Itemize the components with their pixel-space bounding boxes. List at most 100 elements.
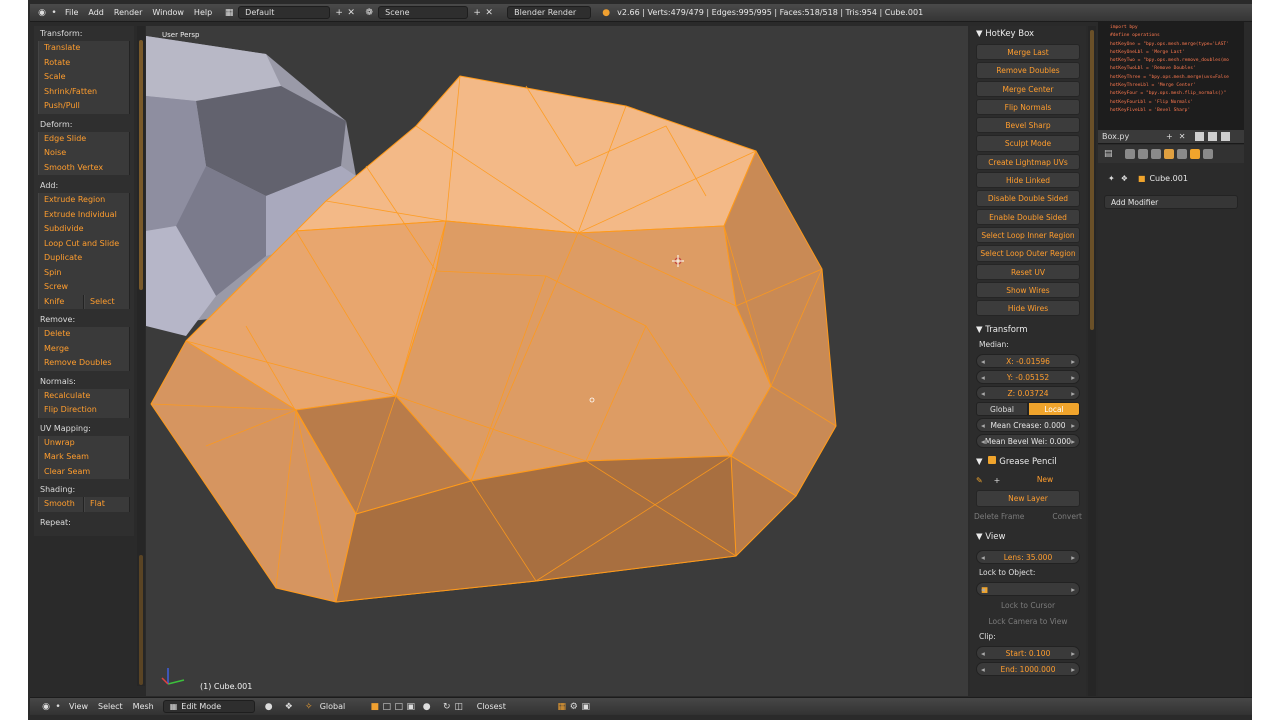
enable-double-sided-button[interactable]: Enable Double Sided	[976, 208, 1080, 225]
convert-button[interactable]: Convert	[1052, 509, 1082, 525]
hotkey-box-header[interactable]: ▼ HotKey Box	[970, 26, 1086, 42]
extrude-region-button[interactable]: Extrude Region	[38, 193, 130, 208]
screen-layout-field[interactable]: Default	[238, 6, 331, 19]
object-tab-icon[interactable]	[1163, 149, 1174, 159]
reset-uv-button[interactable]: Reset UV	[976, 263, 1080, 280]
orientation-select[interactable]: Global	[320, 702, 360, 711]
sculpt-mode-button[interactable]: Sculpt Mode	[976, 135, 1080, 152]
mode-select[interactable]: ▦ Edit Mode	[162, 700, 255, 713]
clip-start-field[interactable]: Start: 0.100	[976, 645, 1080, 661]
add-modifier-dropdown[interactable]: Add Modifier	[1104, 195, 1238, 209]
constraints-tab-icon[interactable]	[1176, 149, 1187, 159]
dropdown-dot-icon[interactable]: •	[48, 7, 60, 19]
flat-button[interactable]: Flat	[84, 497, 130, 512]
mark-seam-button[interactable]: Mark Seam	[38, 450, 130, 465]
knife-select-button[interactable]: Select	[84, 294, 130, 309]
menu-render[interactable]: Render	[114, 8, 142, 17]
render-engine-select[interactable]: Blender Render	[507, 6, 592, 19]
clip-end-field[interactable]: End: 1000.000	[976, 661, 1080, 677]
render-tab-icon[interactable]: ▤	[1104, 149, 1113, 159]
pivot-point-icon[interactable]: ❖	[283, 701, 295, 713]
delete-button[interactable]: Delete	[38, 327, 130, 342]
close-text-icon[interactable]: ✕	[1179, 132, 1186, 141]
mesh-menu[interactable]: Mesh	[133, 702, 154, 711]
grease-pencil-new-button[interactable]: New	[1010, 473, 1080, 487]
opengl-render-icon[interactable]: ▦	[556, 701, 568, 713]
remove-screen-icon[interactable]: ✕	[345, 7, 357, 19]
data-tab-icon[interactable]	[1202, 149, 1213, 159]
global-button[interactable]: Global	[976, 402, 1028, 417]
lens-field[interactable]: Lens: 35.000	[976, 549, 1080, 565]
scene-tab-icon[interactable]	[1137, 149, 1148, 159]
new-layer-button[interactable]: New Layer	[976, 490, 1080, 507]
lock-object-field[interactable]: ■	[976, 581, 1080, 597]
create-lightmap-uvs-button[interactable]: Create Lightmap UVs	[976, 153, 1080, 171]
manipulator-icon[interactable]: ✧	[303, 701, 315, 713]
bevel-sharp-button[interactable]: Bevel Sharp	[976, 117, 1080, 134]
proportional-edit-icon[interactable]: ●	[421, 701, 433, 713]
syntax-highlight-icon[interactable]	[1221, 132, 1231, 141]
lock-to-cursor-checkbox[interactable]: Lock to Cursor	[970, 598, 1086, 614]
shrink-fatten-button[interactable]: Shrink/Fatten	[38, 84, 130, 99]
text-file-field[interactable]: Box.py	[1102, 132, 1162, 141]
camera-view-icon[interactable]: ▣	[580, 701, 592, 713]
screw-button[interactable]: Screw	[38, 280, 130, 295]
loop-cut-button[interactable]: Loop Cut and Slide	[38, 236, 130, 251]
tool-shelf-lower-scroll-thumb[interactable]	[139, 555, 143, 685]
snap-icon[interactable]: ↻	[441, 701, 453, 713]
menu-file[interactable]: File	[65, 8, 78, 17]
subdivide-button[interactable]: Subdivide	[38, 222, 130, 237]
pin-icon[interactable]: ✦	[1108, 174, 1115, 183]
duplicate-button[interactable]: Duplicate	[38, 251, 130, 266]
add-screen-icon[interactable]: +	[333, 7, 345, 19]
unwrap-button[interactable]: Unwrap	[38, 435, 130, 450]
scale-button[interactable]: Scale	[38, 70, 130, 85]
scene-field[interactable]: Scene	[378, 6, 469, 19]
render-layers-tab-icon[interactable]	[1124, 149, 1135, 159]
text-editor[interactable]: import bpy #define operations hotKeyOne …	[1098, 22, 1244, 130]
grease-pencil-header[interactable]: ▼ Grease Pencil	[970, 454, 1086, 470]
transform-panel-header[interactable]: ▼ Transform	[970, 322, 1086, 338]
flip-direction-button[interactable]: Flip Direction	[38, 403, 130, 418]
edge-select-icon[interactable]: □	[381, 701, 393, 713]
view-menu[interactable]: View	[69, 702, 88, 711]
smooth-vertex-button[interactable]: Smooth Vertex	[38, 160, 130, 175]
screen-layout-icon[interactable]: ▦	[223, 7, 235, 19]
snap-target-select[interactable]: Closest	[477, 702, 537, 711]
menu-help[interactable]: Help	[194, 8, 212, 17]
word-wrap-icon[interactable]	[1208, 132, 1218, 141]
menu-window[interactable]: Window	[152, 8, 184, 17]
merge-button[interactable]: Merge	[38, 341, 130, 356]
grease-pencil-checkbox[interactable]	[988, 456, 997, 465]
median-y-field[interactable]: Y: -0.05152	[976, 370, 1080, 385]
world-tab-icon[interactable]	[1150, 149, 1161, 159]
spin-button[interactable]: Spin	[38, 265, 130, 280]
hide-wires-button[interactable]: Hide Wires	[976, 300, 1080, 317]
hide-linked-button[interactable]: Hide Linked	[976, 172, 1080, 189]
new-text-icon[interactable]: +	[1166, 132, 1173, 141]
translate-button[interactable]: Translate	[38, 41, 130, 56]
line-numbers-icon[interactable]	[1195, 132, 1205, 141]
select-loop-inner-button[interactable]: Select Loop Inner Region	[976, 226, 1080, 244]
rotate-button[interactable]: Rotate	[38, 55, 130, 70]
3d-viewport[interactable]	[146, 26, 968, 696]
viewport-shading-icon[interactable]: ●	[263, 701, 275, 713]
merge-center-button[interactable]: Merge Center	[976, 80, 1080, 97]
blender-logo-icon[interactable]: ◉	[36, 7, 48, 19]
editor-type-icon[interactable]: ◉	[40, 701, 52, 713]
select-menu[interactable]: Select	[98, 702, 123, 711]
knife-button[interactable]: Knife	[38, 294, 84, 309]
occlude-geometry-icon[interactable]: ▣	[405, 701, 417, 713]
recalculate-button[interactable]: Recalculate	[38, 388, 130, 403]
modifiers-tab-icon[interactable]	[1189, 149, 1200, 159]
edge-slide-button[interactable]: Edge Slide	[38, 131, 130, 146]
flip-normals-button[interactable]: Flip Normals	[976, 98, 1080, 116]
mean-bevel-weight-field[interactable]: Mean Bevel Wei: 0.000	[976, 434, 1080, 449]
remove-doubles-button[interactable]: Remove Doubles	[38, 356, 130, 371]
noise-button[interactable]: Noise	[38, 146, 130, 161]
push-pull-button[interactable]: Push/Pull	[38, 99, 130, 114]
mean-crease-field[interactable]: Mean Crease: 0.000	[976, 418, 1080, 433]
merge-last-button[interactable]: Merge Last	[976, 44, 1080, 61]
median-z-field[interactable]: Z: 0.03724	[976, 386, 1080, 401]
snap-element-icon[interactable]: ◫	[453, 701, 465, 713]
